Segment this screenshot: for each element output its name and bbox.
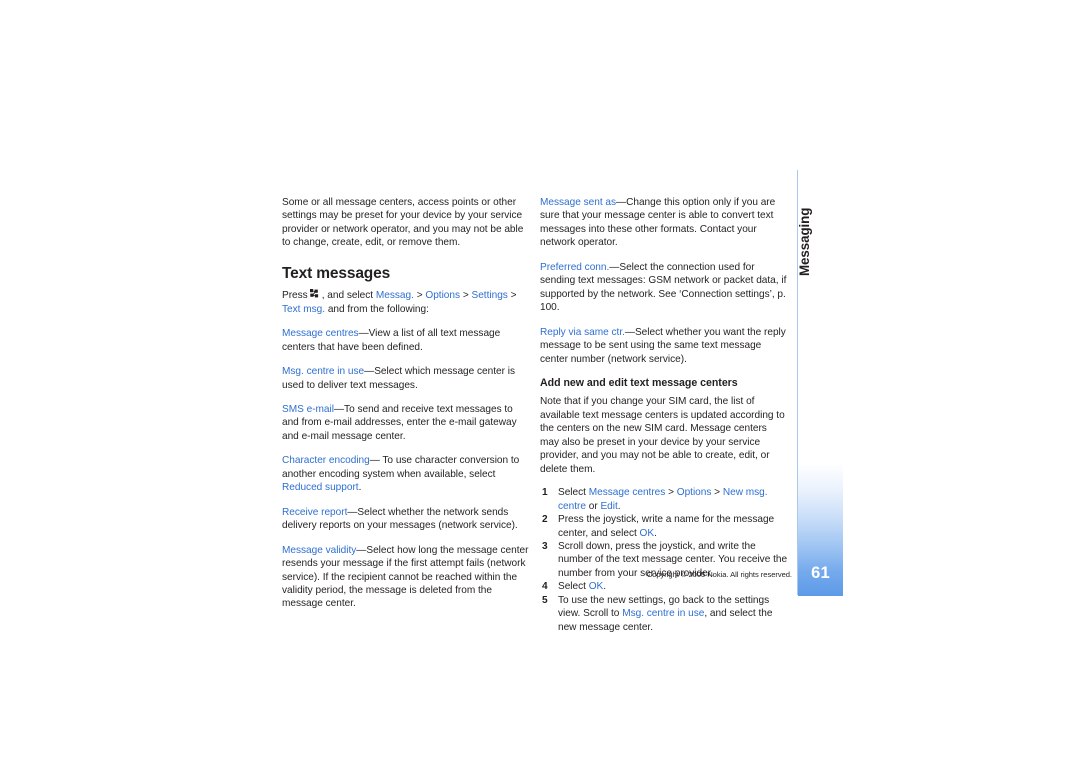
link-text-msg[interactable]: Text msg. bbox=[282, 304, 325, 315]
menu-key-icon bbox=[309, 289, 319, 299]
term-message-validity[interactable]: Message validity bbox=[282, 545, 356, 556]
link-ok[interactable]: OK bbox=[640, 528, 655, 539]
step2-pre: Press the joystick, write a name for the… bbox=[558, 514, 775, 539]
link-options[interactable]: Options bbox=[425, 290, 460, 301]
term-message-centres[interactable]: Message centres bbox=[282, 328, 359, 339]
desc-character-encoding-end: . bbox=[358, 482, 362, 494]
setting-preferred-conn: Preferred conn.—Select the connection us… bbox=[540, 261, 788, 315]
link-settings[interactable]: Settings bbox=[472, 290, 508, 301]
term-reduced-support[interactable]: Reduced support bbox=[282, 482, 359, 493]
link-options[interactable]: Options bbox=[677, 487, 712, 498]
press-suffix: and from the following: bbox=[327, 303, 429, 315]
sep-1: > bbox=[416, 290, 423, 302]
sep-3: > bbox=[510, 290, 517, 302]
note-paragraph: Note that if you change your SIM card, t… bbox=[540, 396, 785, 475]
setting-message-centres: Message centres—View a list of all text … bbox=[282, 327, 530, 354]
term-character-encoding[interactable]: Character encoding bbox=[282, 455, 370, 466]
term-preferred-conn[interactable]: Preferred conn. bbox=[540, 262, 609, 273]
list-item: To use the new settings, go back to the … bbox=[540, 594, 788, 634]
link-messag[interactable]: Messag. bbox=[376, 290, 414, 301]
subsection-title: Add new and edit text message centers bbox=[540, 376, 738, 389]
term-sms-email[interactable]: SMS e-mail bbox=[282, 404, 334, 415]
term-msg-centre-in-use[interactable]: Msg. centre in use bbox=[282, 366, 364, 377]
page-number: 61 bbox=[811, 564, 830, 582]
setting-receive-report: Receive report—Select whether the networ… bbox=[282, 506, 530, 533]
setting-character-encoding: Character encoding— To use character con… bbox=[282, 454, 530, 494]
page-title: Text messages bbox=[282, 264, 391, 282]
term-receive-report[interactable]: Receive report bbox=[282, 507, 347, 518]
press-middle: , and select bbox=[321, 290, 374, 302]
step1-mid1: > bbox=[665, 487, 677, 499]
setting-message-sent-as: Message sent as—Change this option only … bbox=[540, 196, 788, 250]
setting-msg-centre-in-use: Msg. centre in use—Select which message … bbox=[282, 365, 530, 392]
link-message-centres[interactable]: Message centres bbox=[589, 487, 666, 498]
step4-pre: Select bbox=[558, 581, 589, 593]
link-edit[interactable]: Edit bbox=[600, 501, 617, 512]
term-message-sent-as[interactable]: Message sent as bbox=[540, 197, 616, 208]
press-prefix: Press bbox=[282, 290, 308, 302]
step2-post: . bbox=[654, 527, 657, 539]
step1-pre: Select bbox=[558, 487, 589, 499]
copyright-notice: Copyright © 2005 Nokia. All rights reser… bbox=[646, 570, 792, 579]
intro-paragraph: Some or all message centers, access poin… bbox=[282, 197, 524, 249]
setting-message-validity: Message validity—Select how long the mes… bbox=[282, 544, 530, 611]
step4-post: . bbox=[603, 581, 607, 593]
setting-reply-via-same-ctr: Reply via same ctr.—Select whether you w… bbox=[540, 326, 788, 366]
link-ok[interactable]: OK bbox=[589, 581, 604, 592]
right-column: Message sent as—Change this option only … bbox=[540, 196, 788, 634]
link-msg-centre-in-use[interactable]: Msg. centre in use bbox=[622, 608, 704, 619]
left-column: Some or all message centers, access poin… bbox=[282, 196, 530, 622]
procedure-steps: Select Message centres > Options > New m… bbox=[540, 486, 788, 634]
list-item: Press the joystick, write a name for the… bbox=[540, 513, 788, 540]
list-item: Select OK. bbox=[540, 580, 788, 594]
chapter-tab: Messaging bbox=[797, 196, 812, 276]
chapter-tab-label: Messaging bbox=[797, 207, 812, 276]
term-reply-via-same-ctr[interactable]: Reply via same ctr. bbox=[540, 327, 625, 338]
press-instruction: Press , and select Messag. > Options > Se… bbox=[282, 289, 530, 316]
step1-post: . bbox=[617, 500, 621, 512]
sep-2: > bbox=[462, 290, 469, 302]
manual-page: Some or all message centers, access poin… bbox=[0, 0, 1080, 763]
step1-mid3: or bbox=[585, 500, 601, 512]
setting-sms-email: SMS e-mail—To send and receive text mess… bbox=[282, 403, 530, 443]
list-item: Select Message centres > Options > New m… bbox=[540, 486, 788, 513]
step1-mid2: > bbox=[711, 487, 723, 499]
